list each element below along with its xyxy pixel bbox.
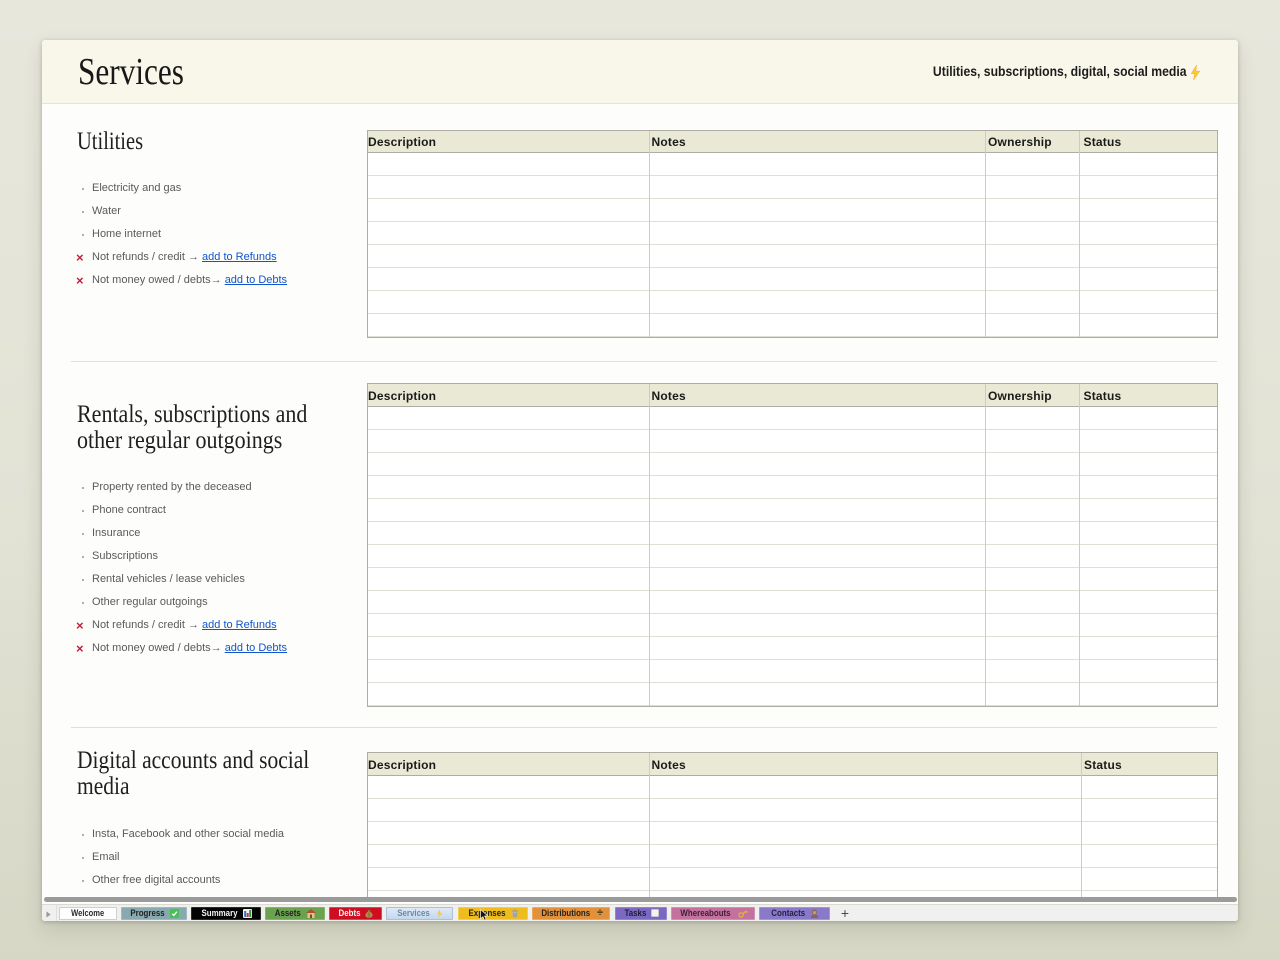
svg-text:$: $ bbox=[368, 912, 371, 918]
